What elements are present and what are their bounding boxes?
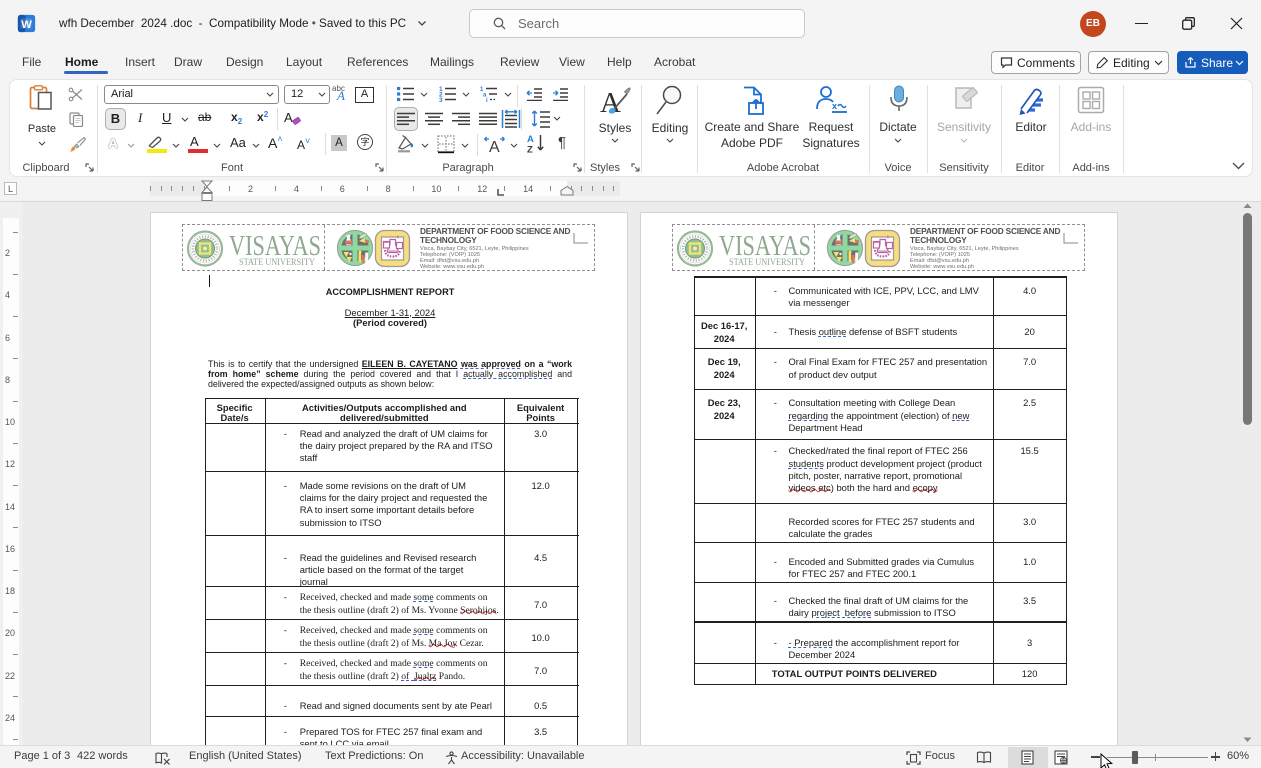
svg-text:A: A bbox=[489, 139, 500, 154]
svg-text:i: i bbox=[486, 98, 488, 103]
svg-text:Z: Z bbox=[527, 145, 533, 155]
svg-text:A: A bbox=[527, 134, 534, 145]
svg-text:x: x bbox=[832, 101, 837, 111]
svg-text:3: 3 bbox=[439, 97, 443, 103]
svg-text:STATE UNIVERSITY: STATE UNIVERSITY bbox=[239, 257, 315, 267]
svg-text:STATE UNIVERSITY: STATE UNIVERSITY bbox=[729, 257, 805, 267]
svg-text:W: W bbox=[21, 19, 32, 31]
